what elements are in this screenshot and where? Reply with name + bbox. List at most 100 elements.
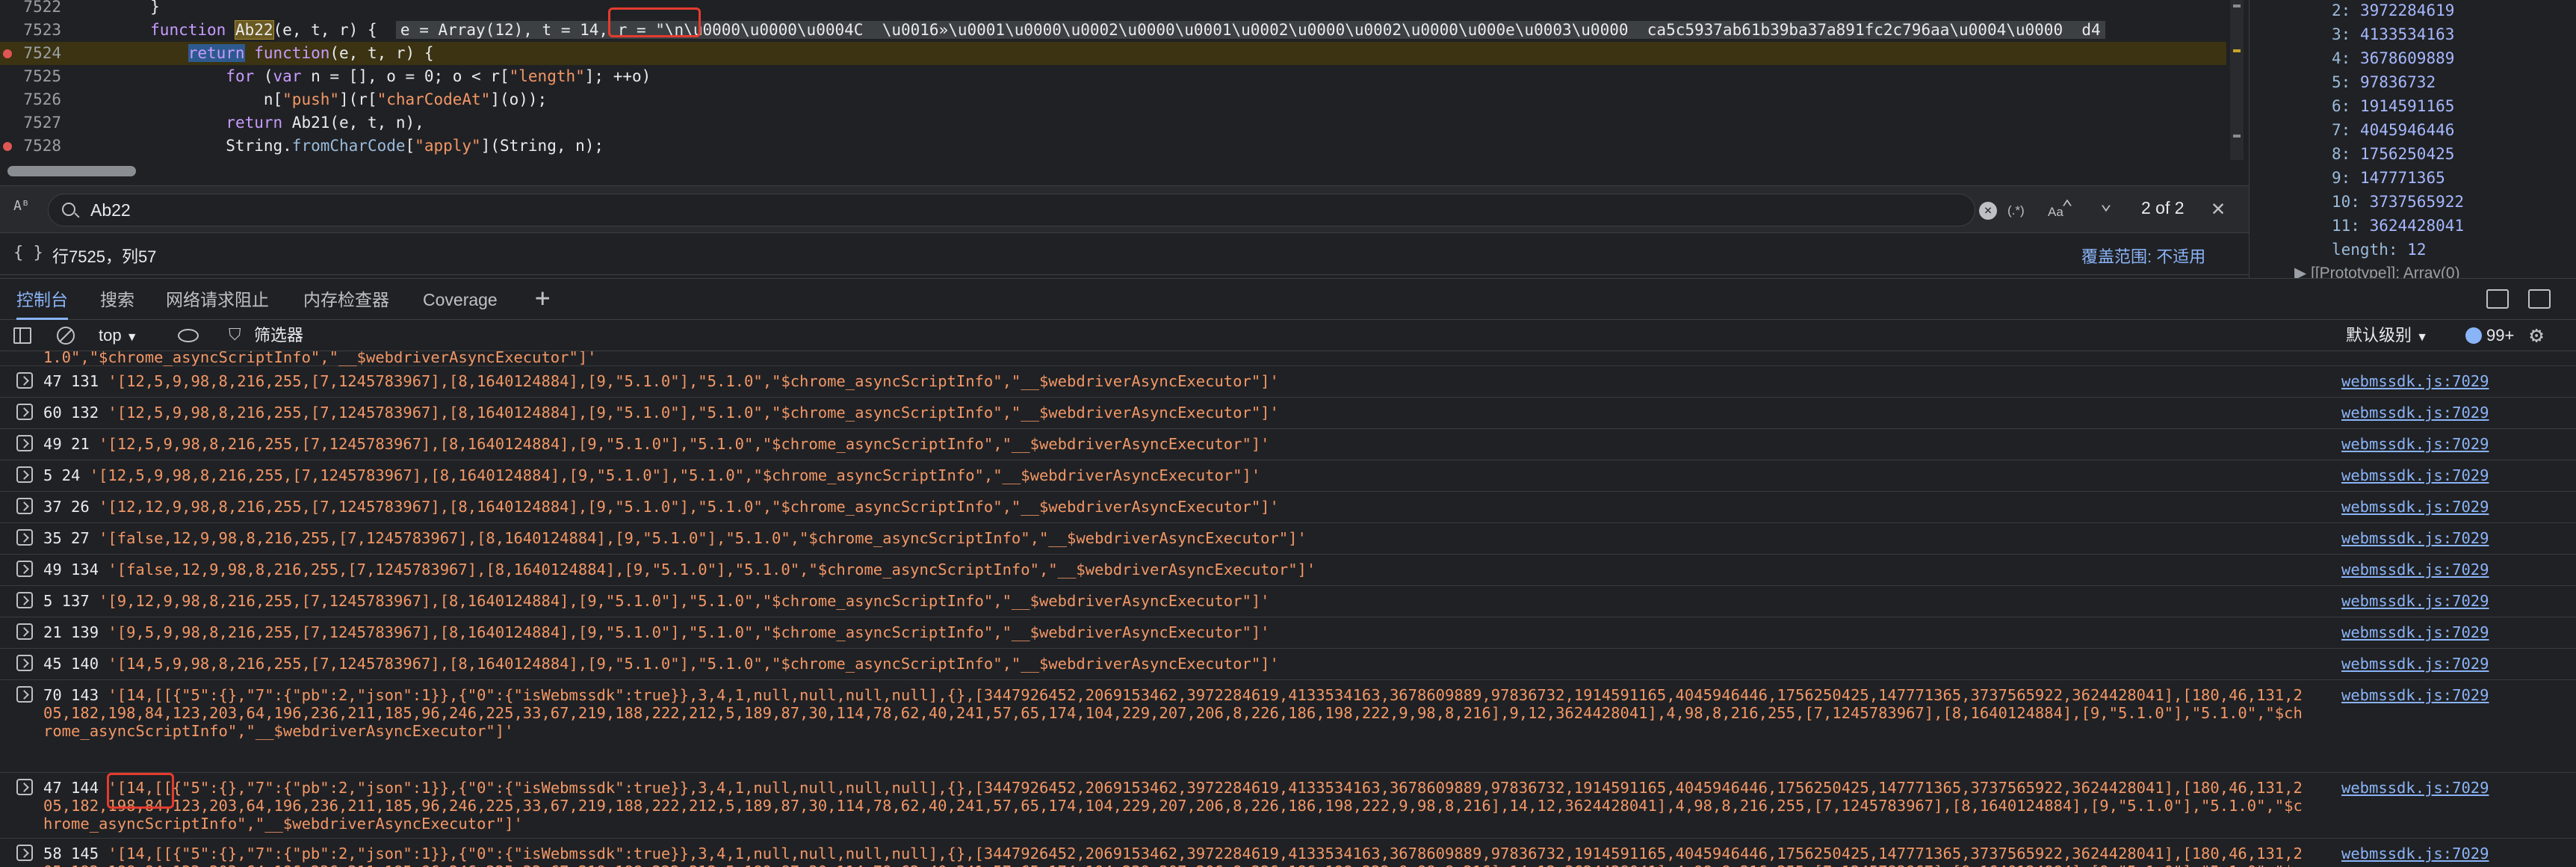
console-log[interactable]: 8],[12,205,182,198,84,123,203,64,196,236…: [0, 351, 2576, 867]
line-number[interactable]: 7522: [0, 0, 61, 19]
editor-horizontal-scrollbar[interactable]: [7, 166, 136, 176]
clear-console-icon[interactable]: [57, 327, 75, 345]
line-number[interactable]: 7528: [0, 135, 61, 158]
log-text: '[14,[[{"5":{},"7":{"pb":2,"json":1}},{"…: [43, 686, 2303, 740]
line-number[interactable]: 7524: [0, 42, 61, 65]
issues-count[interactable]: 99+: [2486, 324, 2514, 347]
expand-chevron-icon[interactable]: [16, 779, 33, 795]
coverage-link[interactable]: 覆盖范围: 不适用: [2081, 244, 2205, 268]
expand-chevron-icon[interactable]: [16, 686, 33, 703]
scope-array-item[interactable]: 7: 4045946446: [2332, 118, 2454, 142]
tab-network-request-blocking[interactable]: 网络请求阻止: [166, 279, 269, 320]
find-previous-icon[interactable]: ⌃: [2056, 197, 2078, 219]
tab-console[interactable]: 控制台: [16, 279, 68, 320]
scope-array-item[interactable]: 4: 3678609889: [2332, 46, 2454, 70]
line-number[interactable]: 7523: [0, 19, 61, 42]
issues-icon[interactable]: [2465, 327, 2482, 344]
source-link[interactable]: webmssdk.js:7029: [2341, 498, 2489, 516]
scope-prototype-row[interactable]: ▶ [[Prototype]]: Array(0): [2294, 262, 2460, 278]
expand-chevron-icon[interactable]: [16, 498, 33, 514]
source-link[interactable]: webmssdk.js:7029: [2341, 404, 2489, 422]
code-line[interactable]: 7523 function Ab22(e, t, r) { e = Array(…: [0, 19, 2226, 42]
code-line[interactable]: 7522 }: [0, 0, 2226, 19]
highlight-box-14: [107, 773, 174, 809]
source-link[interactable]: webmssdk.js:7029: [2341, 561, 2489, 578]
source-editor[interactable]: 7522 } 7523 function Ab22(e, t, r) { e = …: [0, 0, 2249, 166]
console-sidebar-icon[interactable]: [13, 327, 31, 344]
tab-memory-inspector[interactable]: 内存检查器: [303, 279, 389, 320]
editor-vertical-scrollbar[interactable]: [2230, 0, 2244, 160]
log-message: 58 145 '[14,[[{"5":{},"7":{"pb":2,"json"…: [43, 845, 2307, 867]
gear-icon[interactable]: ⚙: [2530, 324, 2543, 347]
expand-chevron-icon[interactable]: [16, 372, 33, 389]
source-link[interactable]: webmssdk.js:7029: [2341, 655, 2489, 673]
clear-icon[interactable]: ×: [1979, 202, 1997, 220]
scroll-mark: [2233, 4, 2241, 7]
expand-chevron-icon[interactable]: [16, 435, 33, 451]
filter-input[interactable]: 筛选器: [254, 324, 303, 347]
code-line[interactable]: 7526 n["push"](r["charCodeAt"](o));: [0, 88, 2226, 111]
line-number[interactable]: 7525: [0, 65, 61, 88]
source-link[interactable]: webmssdk.js:7029: [2341, 845, 2489, 863]
expand-chevron-icon[interactable]: [16, 592, 33, 608]
code-line[interactable]: 7527 return Ab21(e, t, n),: [0, 111, 2226, 135]
scope-array-item[interactable]: 8: 1756250425: [2332, 142, 2454, 166]
code-text: String.fromCharCode["apply"](String, n);: [75, 135, 604, 158]
scope-value: 12: [2407, 241, 2427, 259]
expand-chevron-icon[interactable]: [16, 404, 33, 420]
scope-array-item[interactable]: length: 12: [2332, 238, 2426, 262]
log-levels-dropdown[interactable]: 默认级别 ▼: [2346, 324, 2428, 349]
dock-side-icon[interactable]: [2486, 289, 2509, 309]
scope-key: 3:: [2332, 25, 2351, 43]
source-link[interactable]: webmssdk.js:7029: [2341, 435, 2489, 453]
log-entry: 70 143 '[14,[[{"5":{},"7":{"pb":2,"json"…: [0, 680, 2576, 773]
source-link[interactable]: webmssdk.js:7029: [2341, 779, 2489, 797]
find-match-count: 2 of 2: [2141, 198, 2185, 217]
expand-chevron-icon[interactable]: [16, 466, 33, 483]
source-link[interactable]: webmssdk.js:7029: [2341, 623, 2489, 641]
find-bar: Aᴮ × (.*) Aa ⌃ ⌄ 2 of 2 ✕: [0, 185, 2249, 233]
log-message: 5 137 '[9,12,9,98,8,216,255,[7,124578396…: [43, 592, 2307, 610]
regex-toggle-button[interactable]: (.*): [2007, 203, 2025, 218]
tab-coverage[interactable]: Coverage: [423, 279, 498, 320]
source-link[interactable]: webmssdk.js:7029: [2341, 372, 2489, 390]
scope-array-item[interactable]: 10: 3737565922: [2332, 190, 2464, 214]
expand-chevron-icon[interactable]: [16, 623, 33, 640]
expand-chevron-icon[interactable]: [16, 529, 33, 546]
source-link[interactable]: webmssdk.js:7029: [2341, 529, 2489, 547]
code-line[interactable]: 7528 String.fromCharCode["apply"](String…: [0, 135, 2226, 158]
close-find-icon[interactable]: ✕: [2211, 195, 2225, 222]
code-line[interactable]: 7525 for (var n = [], o = 0; o < r["leng…: [0, 65, 2226, 88]
source-link[interactable]: webmssdk.js:7029: [2341, 592, 2489, 610]
code-text: return Ab21(e, t, n),: [75, 111, 424, 135]
log-message: 45 140 '[14,5,9,98,8,216,255,[7,12457839…: [43, 655, 2307, 673]
pretty-print-icon[interactable]: { }: [13, 244, 43, 262]
scope-array-item[interactable]: 11: 3624428041: [2332, 214, 2464, 238]
scope-array-item[interactable]: 5: 97836732: [2332, 70, 2436, 94]
log-entry: 45 140 '[14,5,9,98,8,216,255,[7,12457839…: [0, 649, 2576, 680]
tab-search[interactable]: 搜索: [100, 279, 134, 320]
log-message: 49 134 '[false,12,9,98,8,216,255,[7,1245…: [43, 561, 2307, 578]
log-entry: 58 145 '[14,[[{"5":{},"7":{"pb":2,"json"…: [0, 839, 2576, 867]
replace-toggle-icon[interactable]: Aᴮ: [13, 198, 30, 214]
scope-array-item[interactable]: 6: 1914591165: [2332, 94, 2454, 118]
close-drawer-icon[interactable]: [2528, 289, 2551, 309]
add-tab-icon[interactable]: +: [535, 285, 550, 312]
live-expression-eye-icon[interactable]: [178, 329, 199, 342]
find-next-icon[interactable]: ⌄: [2095, 192, 2117, 215]
find-input-box[interactable]: × (.*) Aa: [48, 194, 2063, 226]
line-number[interactable]: 7527: [0, 111, 61, 135]
scope-array-item[interactable]: 3: 4133534163: [2332, 22, 2454, 46]
source-link[interactable]: webmssdk.js:7029: [2341, 466, 2489, 484]
expand-chevron-icon[interactable]: [16, 655, 33, 671]
find-input[interactable]: [90, 199, 1809, 221]
context-selector[interactable]: top ▼: [99, 324, 138, 349]
code-line[interactable]: 7524 return function(e, t, r) {: [0, 42, 2226, 65]
line-number[interactable]: 7526: [0, 88, 61, 111]
scope-array-item[interactable]: 2: 3972284619: [2332, 0, 2454, 22]
scope-array-item[interactable]: 9: 147771365: [2332, 166, 2445, 190]
log-entry: 47 131 '[12,5,9,98,8,216,255,[7,12457839…: [0, 366, 2576, 398]
expand-chevron-icon[interactable]: [16, 845, 33, 861]
expand-chevron-icon[interactable]: [16, 561, 33, 577]
source-link[interactable]: webmssdk.js:7029: [2341, 686, 2489, 704]
